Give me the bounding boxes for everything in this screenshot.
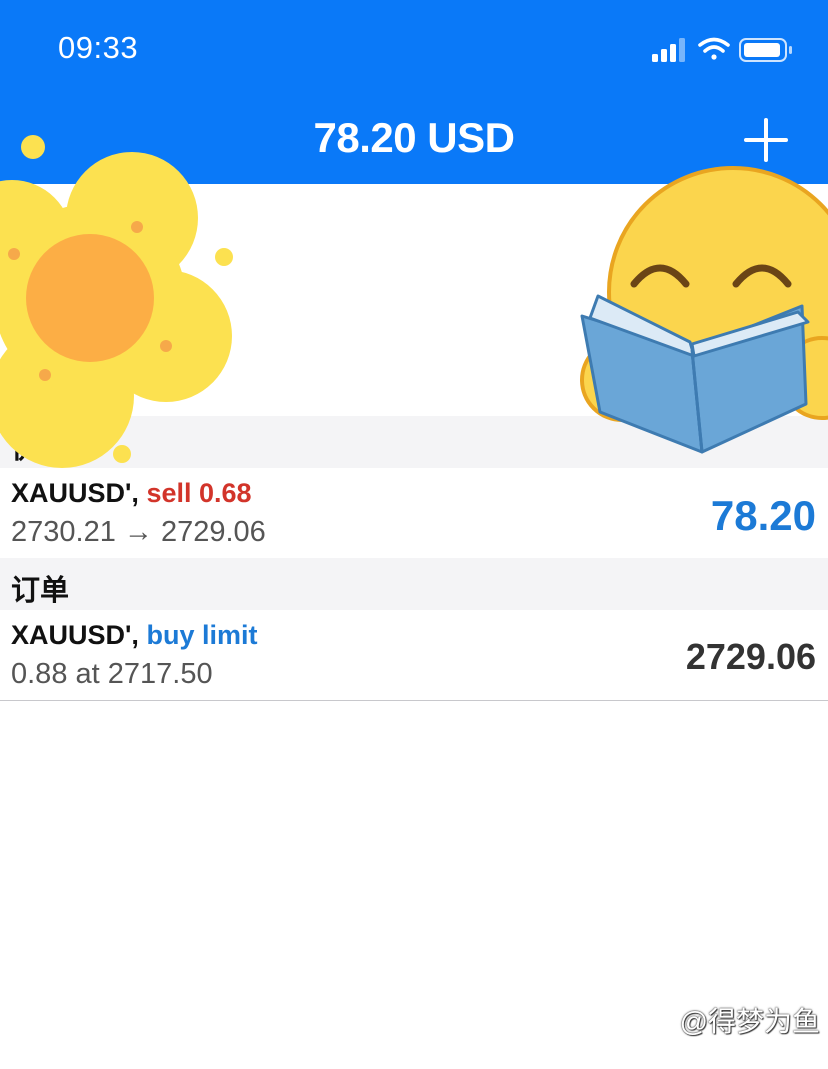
position-row[interactable]: XAUUSD', sell 0.68 2730.21 → 2729.06 78.… [0, 468, 828, 558]
flower-sticker [0, 135, 233, 468]
position-profit: 78.20 [710, 492, 816, 539]
order-price: 2729.06 [685, 636, 816, 677]
status-icons [652, 37, 792, 62]
section-orders: 订单 [0, 558, 828, 610]
status-time: 09:33 [58, 30, 139, 65]
order-type: buy limit [146, 620, 258, 650]
watermark-text: @得梦为鱼 [679, 1006, 820, 1037]
signal-icon [652, 38, 685, 62]
list-divider [0, 700, 828, 701]
add-button[interactable] [744, 118, 788, 162]
order-title: XAUUSD', buy limit [11, 620, 257, 651]
position-symbol: XAUUSD', [11, 478, 139, 508]
position-title: XAUUSD', sell 0.68 [11, 478, 252, 509]
app-screen: 09:33 78.20 USD XAUUSD', sell 0.68 2730.… [0, 0, 828, 1069]
wifi-icon [698, 37, 730, 60]
order-row[interactable]: XAUUSD', buy limit 0.88 at 2717.50 2729.… [0, 610, 828, 700]
battery-icon [739, 38, 792, 62]
position-side: sell 0.68 [146, 478, 252, 508]
order-details: 0.88 at 2717.50 [11, 658, 213, 690]
reading-emoji-sticker [580, 166, 828, 454]
plus-icon [744, 118, 788, 162]
section-title-orders: 订单 [11, 575, 70, 607]
position-prices: 2730.21 → 2729.06 [11, 516, 266, 548]
order-symbol: XAUUSD', [11, 620, 139, 650]
